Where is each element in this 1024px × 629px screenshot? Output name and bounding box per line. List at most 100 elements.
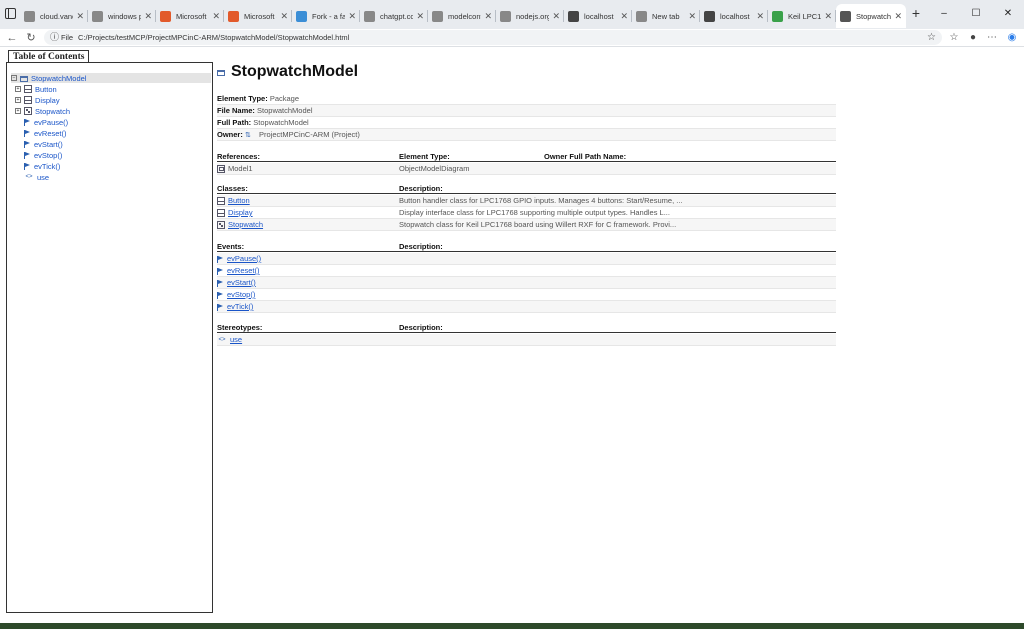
tab-close-icon[interactable]: ✕ — [416, 11, 424, 22]
tab-close-icon[interactable]: ✕ — [756, 11, 764, 22]
browser-tab[interactable]: nodejs.org ✕ — [496, 4, 564, 28]
tab-title: windows pc — [108, 11, 142, 21]
info-icon[interactable]: ⓘ — [50, 30, 59, 45]
event-icon — [217, 255, 224, 263]
url-field[interactable]: ⓘ File C:/Projects/testMCP/ProjectMPCinC… — [44, 30, 942, 45]
tab-close-icon[interactable]: ✕ — [280, 11, 288, 22]
browser-tab[interactable]: localhost ✕ — [700, 4, 768, 28]
class-icon — [217, 209, 225, 217]
close-window-button[interactable]: ✕ — [992, 4, 1024, 24]
toc-item[interactable]: evTick() — [24, 161, 60, 171]
property-row: Element Type: Package — [217, 93, 836, 105]
property-value: StopwatchModel — [253, 118, 309, 127]
tab-close-icon[interactable]: ✕ — [212, 11, 220, 22]
browser-tab[interactable]: Keil LPC176✕ — [768, 4, 836, 28]
class-link[interactable]: Display — [228, 207, 253, 219]
tab-close-icon[interactable]: ✕ — [894, 11, 902, 22]
profile-icon[interactable]: ● — [965, 30, 981, 46]
page-viewport: Table of Contents − StopwatchModel + Butt… — [0, 47, 1024, 623]
tab-close-icon[interactable]: ✕ — [76, 11, 84, 22]
class-name-cell: Display — [217, 207, 253, 219]
tab-close-icon[interactable]: ✕ — [348, 11, 356, 22]
stereotype-link[interactable]: use — [230, 334, 242, 346]
new-tab-button[interactable]: + — [909, 6, 923, 21]
toc-item[interactable]: + Button — [15, 84, 57, 94]
browser-tab[interactable]: New tab ✕ — [632, 4, 700, 28]
toc-item[interactable]: evStop() — [24, 150, 62, 160]
toc-item[interactable]: evReset() — [24, 128, 67, 138]
maximize-button[interactable]: ☐ — [960, 4, 992, 24]
event-link[interactable]: evStart() — [227, 277, 256, 289]
tab-title: localhost — [584, 11, 614, 21]
browser-tab[interactable]: Fork - a fast✕ — [292, 4, 360, 28]
toc-item-label: evReset() — [34, 128, 67, 138]
expand-icon[interactable]: + — [15, 86, 21, 92]
back-button[interactable]: ← — [4, 30, 20, 46]
browser-tab[interactable]: cloud.vande✕ — [20, 4, 88, 28]
tab-close-icon[interactable]: ✕ — [620, 11, 628, 22]
event-link[interactable]: evReset() — [227, 265, 260, 277]
toc-item-label: Display — [35, 95, 60, 105]
favorites-icon[interactable]: ☆ — [946, 30, 962, 46]
tab-strip: cloud.vande✕windows pc✕Microsoft St✕Micr… — [20, 4, 906, 28]
toc-item[interactable]: evPause() — [24, 117, 68, 127]
minimize-button[interactable]: – — [928, 4, 960, 24]
reference-name: Model1 — [217, 163, 253, 175]
browser-tab[interactable]: chatgpt.com✕ — [360, 4, 428, 28]
browser-tab[interactable]: Microsoft St✕ — [156, 4, 224, 28]
browser-tab[interactable]: windows pc✕ — [88, 4, 156, 28]
toc-item-label: use — [37, 172, 50, 182]
toc-item-label: evStop() — [34, 150, 63, 160]
tab-close-icon[interactable]: ✕ — [824, 11, 832, 22]
tab-title: nodejs.org — [516, 11, 550, 21]
browser-tab[interactable]: Microsoft St✕ — [224, 4, 292, 28]
toc-item[interactable]: <> use — [24, 172, 49, 182]
copilot-icon[interactable]: ◉ — [1004, 30, 1020, 46]
expand-icon[interactable]: + — [15, 108, 21, 114]
toc-root[interactable]: − StopwatchModel — [11, 73, 86, 83]
more-menu-icon[interactable]: ⋯ — [984, 30, 1000, 46]
class-row: Button Button handler class for LPC1768 G… — [217, 195, 836, 207]
event-icon — [217, 267, 224, 275]
tab-actions-icon[interactable] — [5, 8, 16, 19]
stereotypes-header: Stereotypes: Description: — [217, 323, 836, 333]
url-text[interactable]: C:/Projects/testMCP/ProjectMPCinC-ARM/St… — [78, 30, 349, 45]
toc-item[interactable]: + Display — [15, 95, 60, 105]
expand-icon[interactable]: + — [15, 97, 21, 103]
page-title: StopwatchModel — [217, 61, 358, 83]
property-label: File Name: — [217, 106, 255, 115]
refresh-button[interactable]: ↻ — [23, 30, 39, 46]
tab-favicon-icon — [364, 10, 375, 22]
header-cell: Element Type: — [399, 152, 450, 161]
header-cell: Description: — [399, 184, 443, 193]
browser-tab[interactable]: StopwatchM✕ — [836, 4, 906, 28]
property-value: Package — [269, 94, 299, 103]
folder-icon — [20, 75, 28, 82]
stereotype-cell: <> use — [217, 334, 242, 346]
event-row: evTick() — [217, 301, 836, 313]
tab-close-icon[interactable]: ✕ — [552, 11, 560, 22]
toc-item[interactable]: evStart() — [24, 139, 63, 149]
class-link[interactable]: Button — [228, 195, 250, 207]
tab-title: Microsoft St — [176, 11, 209, 21]
event-link[interactable]: evStop() — [227, 289, 255, 301]
browser-tab[interactable]: localhost ✕ — [564, 4, 632, 28]
tab-close-icon[interactable]: ✕ — [144, 11, 152, 22]
event-link[interactable]: evTick() — [227, 301, 253, 313]
browser-tab[interactable]: modelcontex✕ — [428, 4, 496, 28]
event-icon — [24, 162, 31, 170]
toc-item[interactable]: + Stopwatch — [15, 106, 70, 116]
class-link[interactable]: Stopwatch — [228, 219, 263, 231]
toc-item-label: evStart() — [34, 139, 63, 149]
classes-header: Classes: Description: — [217, 184, 836, 194]
property-label: Full Path: — [217, 118, 252, 127]
project-icon: ⇅ — [244, 132, 251, 139]
tab-close-icon[interactable]: ✕ — [484, 11, 492, 22]
tab-close-icon[interactable]: ✕ — [688, 11, 696, 22]
event-name-cell: evStart() — [217, 277, 256, 289]
event-link[interactable]: evPause() — [227, 253, 261, 265]
collapse-icon[interactable]: − — [11, 75, 17, 81]
package-icon — [217, 221, 225, 229]
reference-type: ObjectModelDiagram — [399, 164, 470, 173]
favorite-star-icon[interactable]: ☆ — [927, 30, 936, 45]
